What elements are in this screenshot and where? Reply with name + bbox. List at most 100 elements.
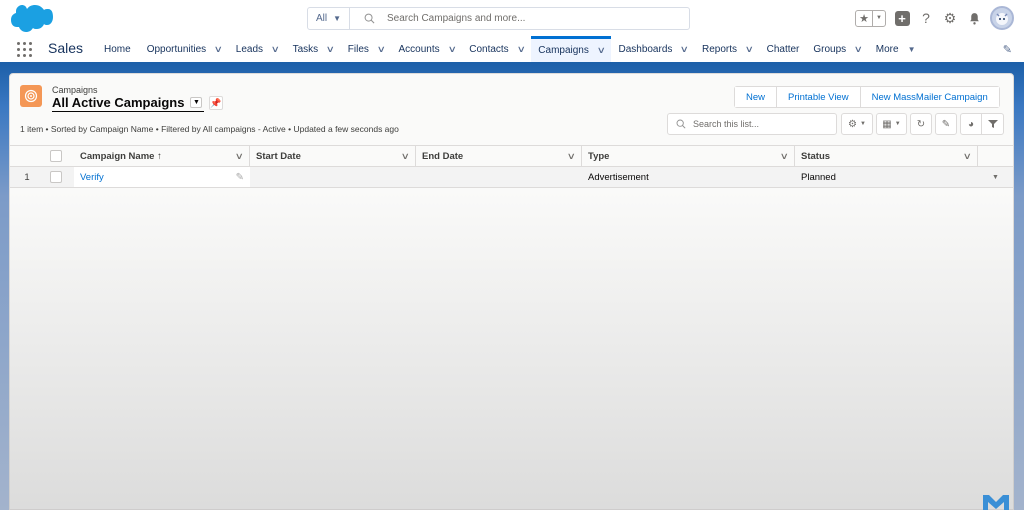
favorites-star-icon[interactable]: ★ xyxy=(856,10,873,26)
column-header-start-date[interactable]: Start Date ∨ xyxy=(250,146,416,166)
display-as-control: ▦ ▼ xyxy=(876,113,907,135)
row-number-header xyxy=(10,146,50,166)
chevron-down-icon[interactable]: ∨ xyxy=(401,151,410,162)
pencil-icon[interactable]: ✎ xyxy=(236,172,244,183)
column-header-type[interactable]: Type ∨ xyxy=(582,146,795,166)
table-header: Campaign Name ↑ ∨ Start Date ∨ End Date … xyxy=(10,145,1013,167)
nav-item-reports[interactable]: Reports ∨ xyxy=(695,36,760,62)
nav-item-campaigns[interactable]: Campaigns ∨ xyxy=(531,36,612,62)
column-label: End Date xyxy=(422,150,464,162)
nav-item-contacts[interactable]: Contacts ∨ xyxy=(462,36,531,62)
row-actions-header xyxy=(978,146,1013,166)
user-avatar[interactable] xyxy=(990,6,1014,30)
chevron-down-icon[interactable]: ∨ xyxy=(326,44,335,55)
app-launcher-icon[interactable] xyxy=(17,42,32,57)
nav-item-label: Reports xyxy=(701,43,737,55)
row-actions-menu-icon[interactable]: ▼ xyxy=(978,167,1013,187)
chevron-down-icon[interactable]: ∨ xyxy=(854,44,863,55)
list-controls: ⚙ ▼ xyxy=(841,113,873,135)
chevron-down-icon[interactable]: ∨ xyxy=(963,151,972,162)
caret-down-icon: ▼ xyxy=(907,44,916,54)
new-button[interactable]: New xyxy=(735,87,778,107)
column-header-end-date[interactable]: End Date ∨ xyxy=(416,146,582,166)
refresh-button[interactable]: ↻ xyxy=(910,113,932,135)
display-as-table-button[interactable]: ▦ ▼ xyxy=(876,113,907,135)
setup-gear-icon[interactable]: ⚙ xyxy=(942,10,958,26)
search-scope-select[interactable]: All ▼ xyxy=(308,8,350,29)
chevron-down-icon[interactable]: ∨ xyxy=(597,45,606,56)
global-header: All ▼ Search Campaigns and more... ★ ▼ +… xyxy=(0,0,1024,36)
chevron-down-icon[interactable]: ∨ xyxy=(516,44,525,55)
list-view-meta: 1 item • Sorted by Campaign Name • Filte… xyxy=(20,124,399,134)
nav-item-tasks[interactable]: Tasks ∨ xyxy=(286,36,341,62)
campaign-object-icon xyxy=(20,85,42,107)
search-icon xyxy=(364,13,375,24)
charts-button[interactable]: ◕ xyxy=(960,113,982,135)
nav-item-opportunities[interactable]: Opportunities ∨ xyxy=(140,36,229,62)
list-view-dropdown-icon[interactable]: ▼ xyxy=(190,97,203,108)
global-search-placeholder: Search Campaigns and more... xyxy=(387,13,526,24)
pencil-icon: ✎ xyxy=(941,118,951,130)
nav-item-leads[interactable]: Leads ∨ xyxy=(229,36,286,62)
campaign-name-link[interactable]: Verify xyxy=(80,172,104,183)
table-row: 1 Verify ✎ Advertisement Planned ▼ xyxy=(10,167,1013,188)
nav-item-accounts[interactable]: Accounts ∨ xyxy=(391,36,462,62)
chevron-down-icon[interactable]: ∨ xyxy=(745,44,754,55)
column-header-status[interactable]: Status ∨ xyxy=(795,146,978,166)
global-actions-button[interactable]: + xyxy=(894,10,910,26)
column-header-campaign-name[interactable]: Campaign Name ↑ ∨ xyxy=(74,146,250,166)
nav-item-more[interactable]: More ▼ xyxy=(869,36,923,62)
caret-down-icon: ▼ xyxy=(860,121,866,127)
new-massmailer-campaign-button[interactable]: New MassMailer Campaign xyxy=(860,87,999,107)
column-label: Campaign Name xyxy=(80,150,155,162)
chevron-down-icon[interactable]: ∨ xyxy=(214,44,223,55)
favorites-button[interactable]: ★ ▼ xyxy=(855,9,886,27)
chevron-down-icon[interactable]: ∨ xyxy=(780,151,789,162)
pin-list-view-icon[interactable]: 📌 xyxy=(209,96,223,110)
chevron-down-icon[interactable]: ∨ xyxy=(377,44,386,55)
inline-edit-control: ✎ xyxy=(935,113,957,135)
refresh-icon: ↻ xyxy=(916,118,926,130)
filters-button[interactable] xyxy=(982,113,1004,135)
list-view-settings-button[interactable]: ⚙ ▼ xyxy=(841,113,873,135)
search-icon xyxy=(676,119,686,129)
table-icon: ▦ xyxy=(882,118,892,130)
nav-item-label: Home xyxy=(104,43,131,55)
nav-item-label: Campaigns xyxy=(538,45,589,56)
filter-icon xyxy=(987,120,998,128)
app-nav-bar: Sales Home Opportunities ∨ Leads ∨ Tasks ∨ … xyxy=(0,36,1024,62)
inline-edit-button[interactable]: ✎ xyxy=(935,113,957,135)
chevron-down-icon[interactable]: ∨ xyxy=(447,44,456,55)
chevron-down-icon[interactable]: ∨ xyxy=(271,44,280,55)
nav-item-label: Groups xyxy=(813,43,847,55)
chevron-down-icon[interactable]: ∨ xyxy=(680,44,689,55)
nav-item-chatter[interactable]: Chatter xyxy=(760,36,807,62)
chevron-down-icon[interactable]: ∨ xyxy=(235,151,244,162)
nav-item-home[interactable]: Home xyxy=(97,36,140,62)
plus-icon: + xyxy=(894,10,910,26)
nav-item-groups[interactable]: Groups ∨ xyxy=(806,36,868,62)
list-search-input[interactable]: Search this list... xyxy=(667,113,837,135)
nav-item-files[interactable]: Files ∨ xyxy=(341,36,392,62)
favorites-dropdown-icon[interactable]: ▼ xyxy=(873,11,885,26)
edit-nav-pencil-icon[interactable]: ✎ xyxy=(1003,43,1012,56)
status-cell: Planned xyxy=(801,171,836,183)
global-search-input[interactable]: Search Campaigns and more... xyxy=(350,8,689,29)
notifications-bell-icon[interactable] xyxy=(966,10,982,26)
column-label: Status xyxy=(801,150,831,162)
nav-item-dashboards[interactable]: Dashboards ∨ xyxy=(611,36,695,62)
row-checkbox[interactable] xyxy=(50,171,62,183)
watermark-logo-icon xyxy=(983,495,1009,510)
nav-item-label: Contacts xyxy=(469,43,509,55)
nav-item-label: Accounts xyxy=(398,43,440,55)
caret-down-icon: ▼ xyxy=(894,121,901,127)
chevron-down-icon[interactable]: ∨ xyxy=(567,151,576,162)
campaign-name-cell: Verify ✎ xyxy=(74,167,250,187)
list-view-selector[interactable]: All Active Campaigns ▼ xyxy=(52,95,204,112)
help-icon[interactable]: ? xyxy=(918,10,934,26)
printable-view-button[interactable]: Printable View xyxy=(777,87,861,107)
select-all-header xyxy=(50,146,74,166)
salesforce-cloud-logo[interactable] xyxy=(9,4,53,34)
gear-icon: ⚙ xyxy=(848,118,857,130)
select-all-checkbox[interactable] xyxy=(50,150,62,162)
